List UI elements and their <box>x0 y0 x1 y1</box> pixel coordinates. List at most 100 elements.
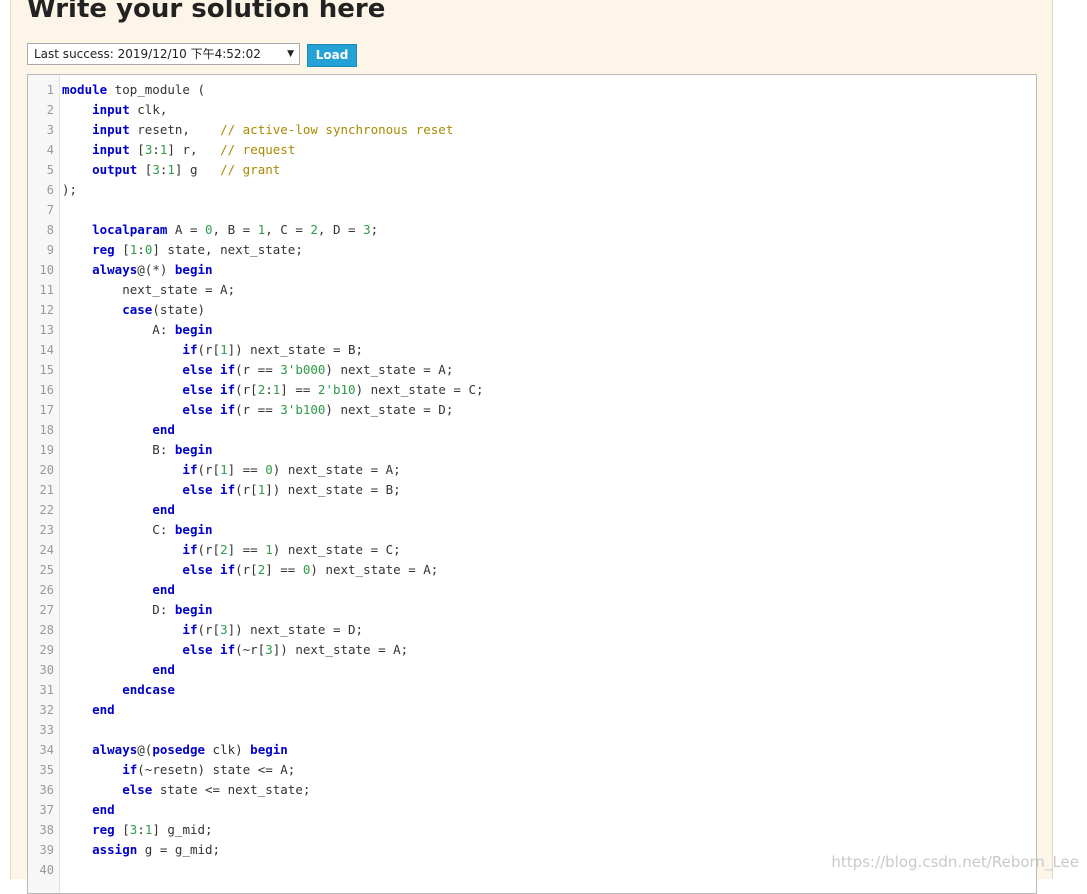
line-number: 15 <box>39 363 54 377</box>
line-number: 36 <box>39 783 54 797</box>
line-number: 30 <box>39 663 54 677</box>
code-editor[interactable]: 1 module top_module (2 input clk, 3 input … <box>27 74 1037 894</box>
code-text: case(state) <box>122 302 206 317</box>
code-text: module top_module ( <box>62 82 205 97</box>
submission-history-select[interactable]: Last success: 2019/12/10 下午4:52:02 ▼ <box>27 43 300 65</box>
code-line: 35 if(~resetn) state <= A; <box>28 760 1036 780</box>
code-text: input clk, <box>92 102 168 117</box>
code-line: 22 end <box>28 500 1036 520</box>
code-line: 26 end <box>28 580 1036 600</box>
code-text: end <box>92 802 115 817</box>
code-text: localparam A = 0, B = 1, C = 2, D = 3; <box>92 222 379 237</box>
code-text: reg [3:1] g_mid; <box>92 822 213 837</box>
code-line: 21 else if(r[1]) next_state = B; <box>28 480 1036 500</box>
code-line: 16 else if(r[2:1] == 2'b10) next_state =… <box>28 380 1036 400</box>
line-number: 28 <box>39 623 54 637</box>
code-text: else if(r[2:1] == 2'b10) next_state = C; <box>182 382 484 397</box>
code-text: end <box>92 702 115 717</box>
line-number: 2 <box>46 103 54 117</box>
code-text: ); <box>62 182 78 197</box>
line-number: 26 <box>39 583 54 597</box>
code-line: 25 else if(r[2] == 0) next_state = A; <box>28 560 1036 580</box>
code-line: 27 D: begin <box>28 600 1036 620</box>
code-line: 37 end <box>28 800 1036 820</box>
line-number: 13 <box>39 323 54 337</box>
code-text: D: begin <box>62 602 213 617</box>
code-text: always@(*) begin <box>92 262 213 277</box>
code-line: 8 localparam A = 0, B = 1, C = 2, D = 3; <box>28 220 1036 240</box>
line-number: 29 <box>39 643 54 657</box>
page-title: Write your solution here <box>27 0 386 24</box>
code-line: 2 input clk, <box>28 100 1036 120</box>
load-button[interactable]: Load <box>307 44 357 67</box>
select-value: Last success: 2019/12/10 下午4:52:02 <box>34 47 261 61</box>
code-line: 6); <box>28 180 1036 200</box>
code-line: 31 endcase <box>28 680 1036 700</box>
line-number: 9 <box>46 243 54 257</box>
code-text: assign g = g_mid; <box>92 842 221 857</box>
code-line: 32 end <box>28 700 1036 720</box>
line-number: 12 <box>39 303 54 317</box>
code-line: 33 <box>28 720 1036 740</box>
line-number: 5 <box>46 163 54 177</box>
code-text: end <box>152 662 175 677</box>
code-line: 19 B: begin <box>28 440 1036 460</box>
line-number: 11 <box>39 283 54 297</box>
line-number: 16 <box>39 383 54 397</box>
line-number: 7 <box>46 203 54 217</box>
code-text: next_state = A; <box>62 282 236 297</box>
code-text: end <box>152 582 175 597</box>
code-line: 14 if(r[1]) next_state = B; <box>28 340 1036 360</box>
line-number: 22 <box>39 503 54 517</box>
code-line: 15 else if(r == 3'b000) next_state = A; <box>28 360 1036 380</box>
solution-panel: Write your solution here Last success: 2… <box>10 0 1053 894</box>
code-text: input [3:1] r, // request <box>92 142 296 157</box>
watermark-text: https://blog.csdn.net/Reborn_Lee <box>831 853 1079 871</box>
line-number: 39 <box>39 843 54 857</box>
line-number: 27 <box>39 603 54 617</box>
code-line: 23 C: begin <box>28 520 1036 540</box>
code-text: else if(r == 3'b000) next_state = A; <box>182 362 454 377</box>
code-line: 28 if(r[3]) next_state = D; <box>28 620 1036 640</box>
code-line: 5 output [3:1] g // grant <box>28 160 1036 180</box>
code-text: else if(~r[3]) next_state = A; <box>182 642 409 657</box>
code-line: 36 else state <= next_state; <box>28 780 1036 800</box>
code-line: 17 else if(r == 3'b100) next_state = D; <box>28 400 1036 420</box>
code-text: else if(r == 3'b100) next_state = D; <box>182 402 454 417</box>
line-number: 14 <box>39 343 54 357</box>
line-number: 24 <box>39 543 54 557</box>
code-text: endcase <box>122 682 175 697</box>
line-number: 31 <box>39 683 54 697</box>
code-line: 1 module top_module ( <box>28 80 1036 100</box>
line-number: 10 <box>39 263 54 277</box>
line-number: 35 <box>39 763 54 777</box>
line-number: 40 <box>39 863 54 877</box>
code-line: 30 end <box>28 660 1036 680</box>
code-line: 11 next_state = A; <box>28 280 1036 300</box>
dropdown-arrow-icon: ▼ <box>287 49 294 59</box>
code-text: output [3:1] g // grant <box>92 162 281 177</box>
line-number: 4 <box>46 143 54 157</box>
code-text: B: begin <box>62 442 213 457</box>
code-line: 3 input resetn, // active-low synchronou… <box>28 120 1036 140</box>
line-number: 19 <box>39 443 54 457</box>
code-line: 18 end <box>28 420 1036 440</box>
code-lines: 1 module top_module (2 input clk, 3 input … <box>28 80 1036 880</box>
code-text: input resetn, // active-low synchronous … <box>92 122 454 137</box>
code-text: else if(r[1]) next_state = B; <box>182 482 401 497</box>
code-text: always@(posedge clk) begin <box>92 742 288 757</box>
code-line: 9 reg [1:0] state, next_state; <box>28 240 1036 260</box>
line-number: 37 <box>39 803 54 817</box>
code-text: if(r[2] == 1) next_state = C; <box>182 542 401 557</box>
code-line: 12 case(state) <box>28 300 1036 320</box>
code-line: 4 input [3:1] r, // request <box>28 140 1036 160</box>
code-text: if(~resetn) state <= A; <box>122 762 296 777</box>
code-line: 29 else if(~r[3]) next_state = A; <box>28 640 1036 660</box>
line-number: 34 <box>39 743 54 757</box>
code-text: else state <= next_state; <box>122 782 311 797</box>
line-number: 23 <box>39 523 54 537</box>
code-text: end <box>152 422 175 437</box>
code-text: reg [1:0] state, next_state; <box>92 242 303 257</box>
line-number: 38 <box>39 823 54 837</box>
line-number: 8 <box>46 223 54 237</box>
